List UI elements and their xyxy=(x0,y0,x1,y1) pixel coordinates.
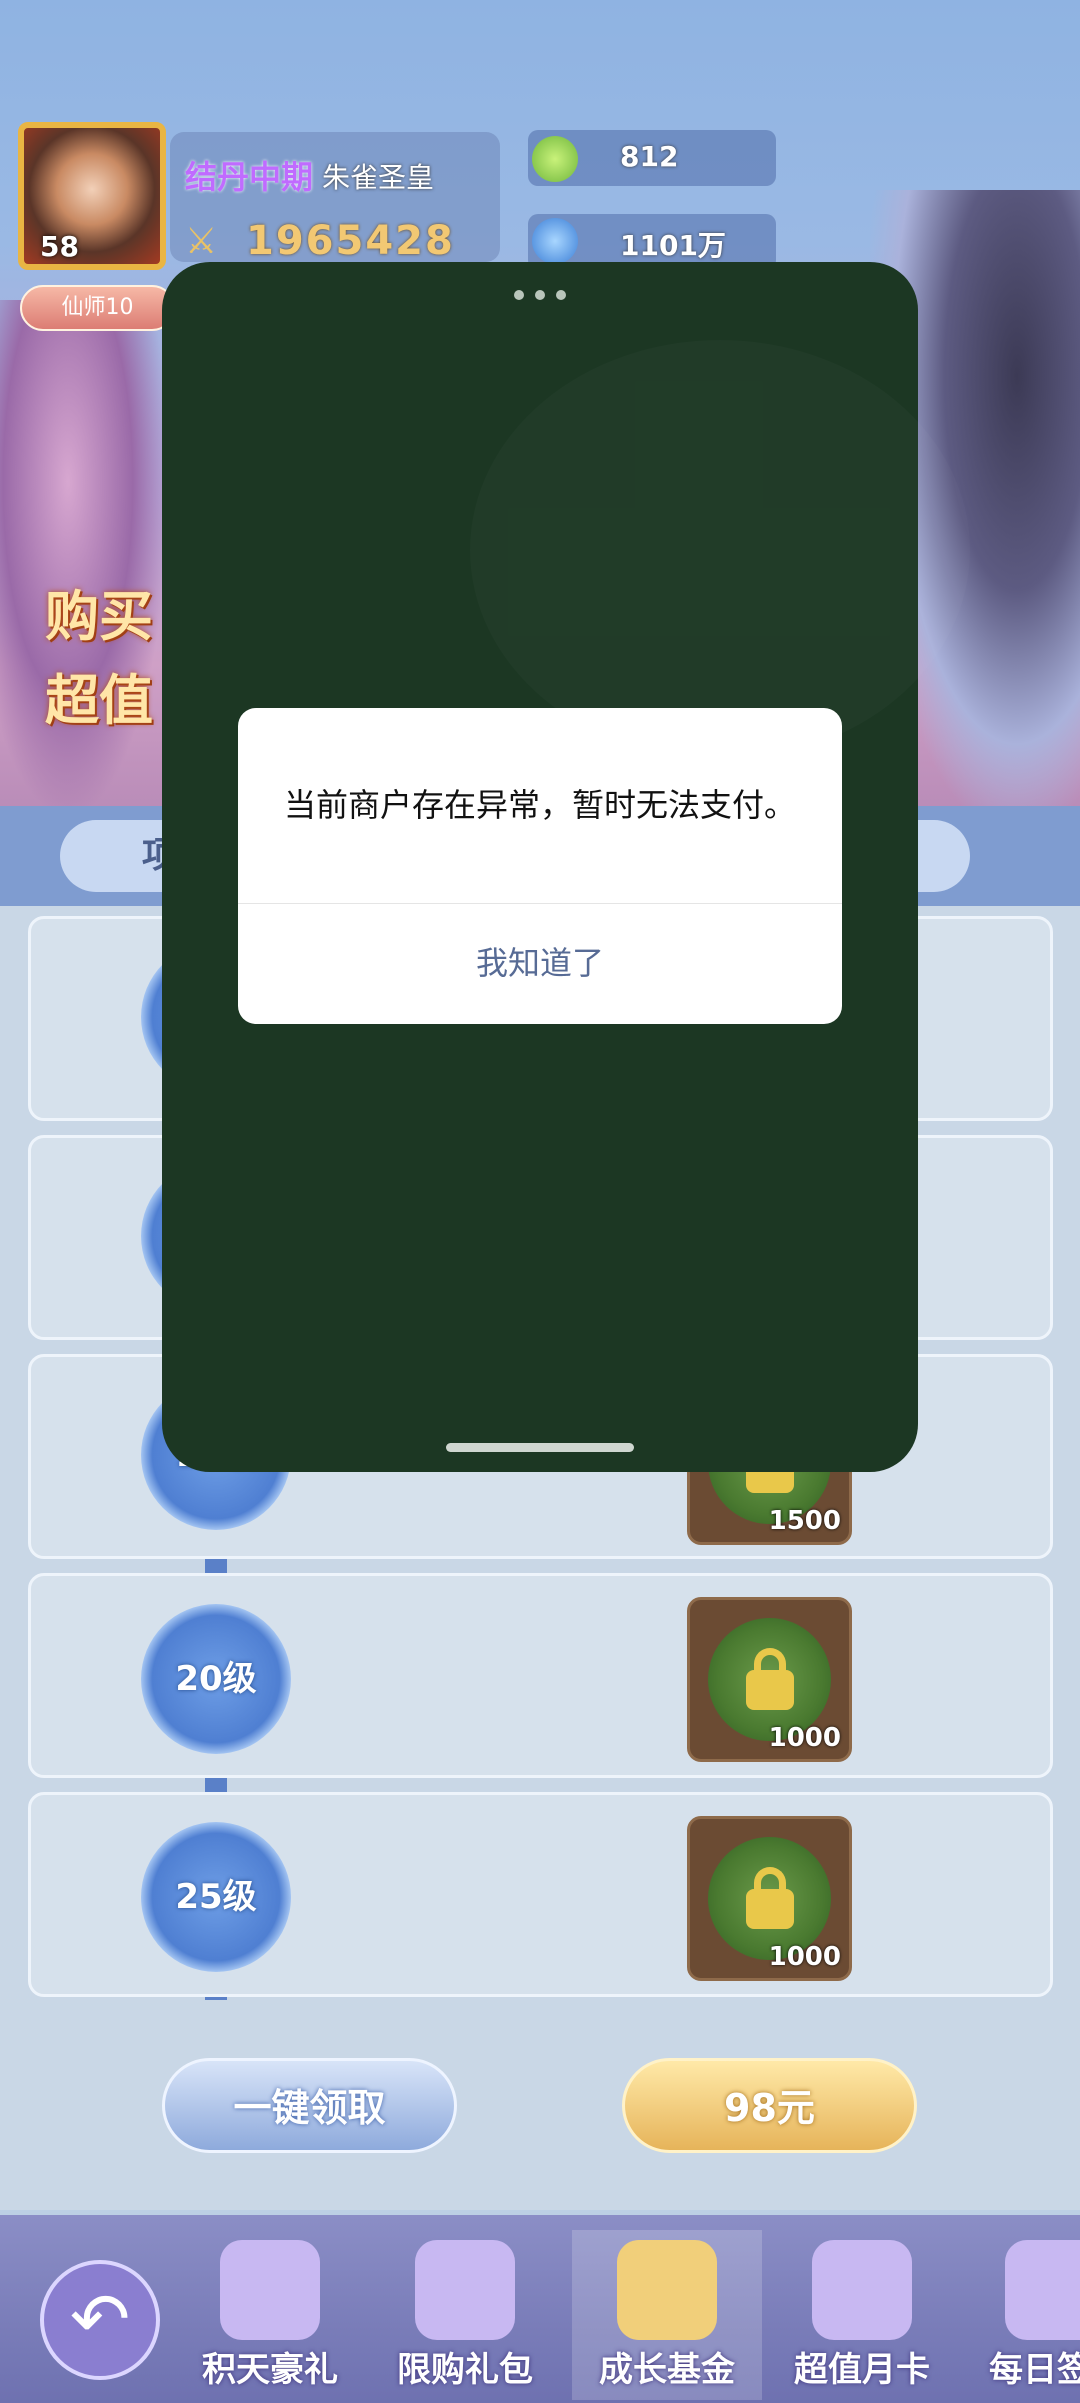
sheet-handle[interactable] xyxy=(446,1443,634,1452)
jade-ring-icon xyxy=(532,136,578,182)
more-dot[interactable] xyxy=(514,290,524,300)
nav-item-growth-fund[interactable]: 成长基金 xyxy=(572,2230,762,2400)
nav-label: 超值月卡 xyxy=(794,2350,930,2390)
player-title-badge[interactable]: 仙师10 xyxy=(20,285,175,331)
nav-item-limited-pack[interactable]: 限购礼包 xyxy=(370,2230,560,2400)
nav-item-daily-checkin[interactable]: 每日签 xyxy=(960,2230,1080,2400)
checkin-icon xyxy=(1005,2240,1080,2340)
dialog-message: 当前商户存在异常，暂时无法支付。 xyxy=(283,786,796,824)
level-node: 25级 xyxy=(141,1822,291,1972)
bag-icon xyxy=(415,2240,515,2340)
payment-watermark xyxy=(470,340,970,760)
player-level: 58 xyxy=(40,230,79,263)
nav-label: 限购礼包 xyxy=(397,2350,533,2390)
back-arrow-icon[interactable]: ↶ xyxy=(40,2260,160,2380)
more-dot[interactable] xyxy=(556,290,566,300)
nav-label: 积天豪礼 xyxy=(202,2350,338,2390)
level-node: 20级 xyxy=(141,1604,291,1754)
crossed-swords-icon: ⚔ xyxy=(185,221,218,262)
lock-icon xyxy=(746,1867,794,1929)
crystal-icon xyxy=(532,218,578,264)
error-dialog: 当前商户存在异常，暂时无法支付。 我知道了 xyxy=(238,708,842,1024)
reward-amount: 1000 xyxy=(768,1942,841,1972)
nav-item-monthly-card[interactable]: 超值月卡 xyxy=(767,2230,957,2400)
claim-all-button[interactable]: 一键领取 xyxy=(162,2058,457,2153)
resource-jade-value: 812 xyxy=(620,140,679,173)
reward-amount: 1500 xyxy=(768,1506,841,1536)
gift-box-icon xyxy=(220,2240,320,2340)
nav-label: 每日签 xyxy=(989,2350,1080,2390)
dialog-confirm-button[interactable]: 我知道了 xyxy=(238,904,842,1024)
player-name: 朱雀圣皇 xyxy=(322,161,435,194)
lock-icon xyxy=(746,1648,794,1710)
nav-label: 成长基金 xyxy=(599,2350,735,2390)
resource-crystal-value: 1101万 xyxy=(620,229,726,262)
reward-chest[interactable]: 1000 xyxy=(687,1816,852,1981)
card-icon xyxy=(812,2240,912,2340)
buy-button[interactable]: 98元 xyxy=(622,2058,917,2153)
promo-line-2: 超值 xyxy=(45,668,153,732)
combat-power: 1965428 xyxy=(246,218,455,264)
reward-amount: 1000 xyxy=(768,1723,841,1753)
reward-chest[interactable]: 1000 xyxy=(687,1597,852,1762)
blossom-tree-art xyxy=(0,300,170,820)
nav-item-daily-gift[interactable]: 积天豪礼 xyxy=(175,2230,365,2400)
more-dot[interactable] xyxy=(535,290,545,300)
cards-icon xyxy=(617,2240,717,2340)
promo-line-1: 购买 xyxy=(45,584,153,648)
player-realm: 结丹中期 xyxy=(185,158,314,196)
